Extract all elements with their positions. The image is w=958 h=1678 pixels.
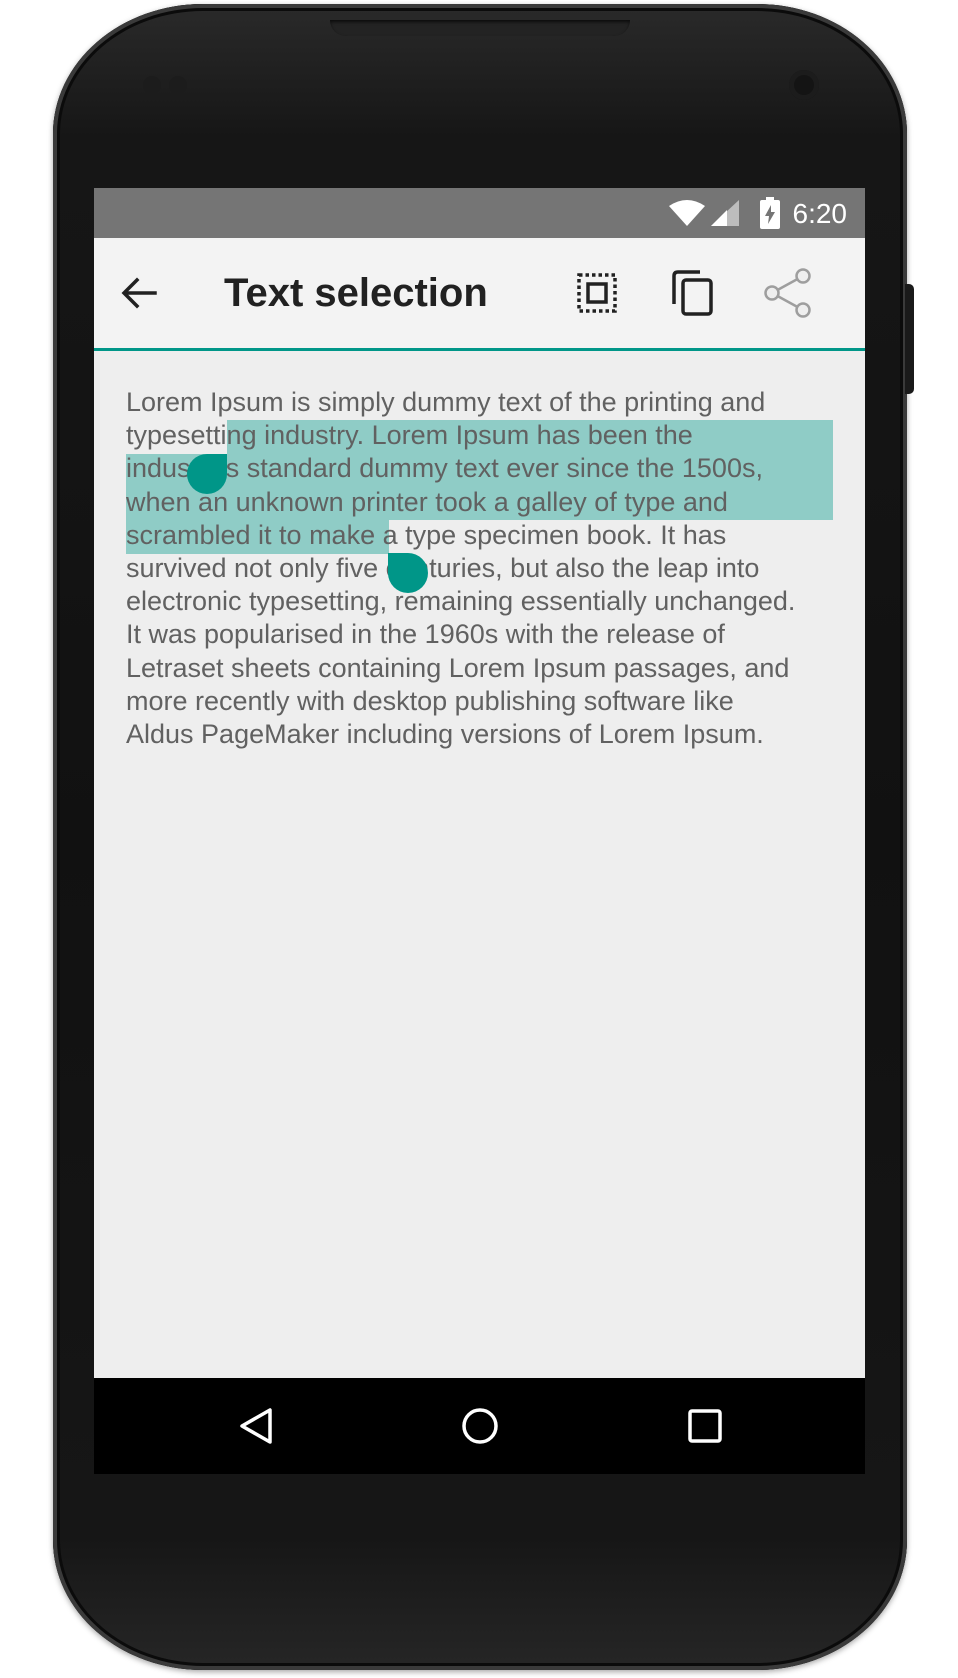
text-line: It was popularised in the 1960s with the… (126, 619, 725, 650)
text-line: industry's standard dummy text ever sinc… (126, 453, 763, 484)
back-triangle-icon[interactable] (226, 1396, 286, 1456)
text-line: scrambled it to make a type specimen boo… (126, 519, 727, 550)
light-sensor (169, 76, 187, 94)
home-circle-icon[interactable] (450, 1396, 510, 1456)
share-icon[interactable] (758, 263, 818, 323)
text-line: survived not only five centuries, but al… (126, 553, 760, 584)
text-line: more recently with desktop publishing so… (126, 685, 734, 716)
front-camera (789, 70, 819, 100)
copy-icon[interactable] (663, 263, 723, 323)
proximity-sensor (143, 76, 161, 94)
select-all-icon[interactable] (567, 263, 627, 323)
app-bar: Text selection (94, 238, 865, 351)
selection-end-handle[interactable] (388, 553, 428, 593)
screen: 6:20 Text selection Lorem Ipsum is simpl… (94, 188, 865, 1474)
article-content[interactable]: Lorem Ipsum is simply dummy text of the … (126, 386, 838, 751)
earpiece-speaker (330, 20, 630, 36)
back-arrow-icon[interactable] (109, 263, 169, 323)
navigation-bar (94, 1378, 865, 1474)
text-line: Lorem Ipsum is simply dummy text of the … (126, 387, 766, 417)
selection-start-handle[interactable] (187, 454, 227, 494)
wifi-icon (669, 200, 705, 231)
status-time: 6:20 (792, 198, 848, 229)
power-button (905, 284, 914, 394)
text-line: typesetting industry. Lorem Ipsum has be… (126, 420, 693, 451)
text-line: Letraset sheets containing Lorem Ipsum p… (126, 652, 790, 683)
text-line: when an unknown printer took a galley of… (126, 486, 728, 517)
text-line: electronic typesetting, remaining essent… (126, 586, 796, 617)
text-line: Aldus PageMaker including versions of Lo… (126, 719, 764, 750)
signal-icon (711, 200, 739, 231)
recents-square-icon[interactable] (675, 1396, 735, 1456)
status-bar: 6:20 (94, 188, 865, 238)
page-title: Text selection (224, 271, 488, 315)
battery-charging-icon (759, 197, 781, 234)
